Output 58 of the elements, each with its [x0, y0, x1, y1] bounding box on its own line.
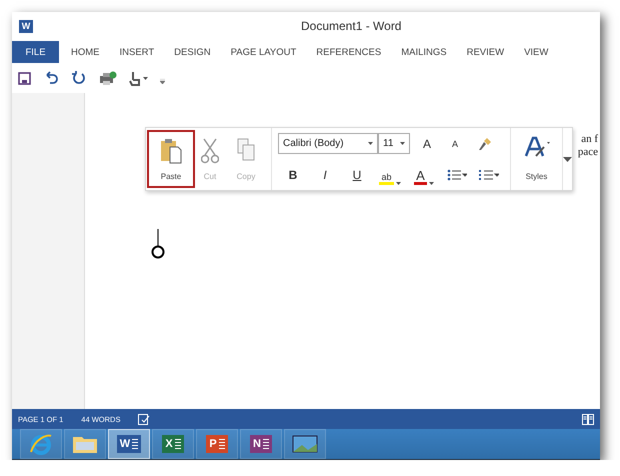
- text-cursor-icon: [151, 229, 165, 259]
- italic-button[interactable]: I: [310, 165, 340, 185]
- ribbon-tab[interactable]: REFERENCES: [306, 41, 392, 63]
- numbered-list-icon: [479, 169, 499, 181]
- redo-icon[interactable]: [71, 71, 87, 85]
- window-title: Document1 - Word: [301, 19, 402, 33]
- save-icon[interactable]: [18, 72, 31, 84]
- copy-icon: [237, 138, 255, 162]
- caret-icon: [400, 142, 405, 145]
- ribbon-tab[interactable]: VIEW: [514, 41, 558, 63]
- ribbon-tab[interactable]: MAILINGS: [391, 41, 457, 63]
- styles-button[interactable]: Styles: [511, 128, 563, 190]
- taskbar-button[interactable]: [64, 429, 106, 459]
- ribbon-tab[interactable]: INSERT: [110, 41, 164, 63]
- bullet-list-icon: [447, 169, 467, 181]
- paintbrush-icon: [478, 136, 492, 150]
- read-mode-icon[interactable]: [582, 414, 594, 424]
- ribbon-tab[interactable]: PAGE LAYOUT: [220, 41, 306, 63]
- shrink-font-button[interactable]: A: [440, 134, 470, 154]
- paste-button[interactable]: Paste: [147, 130, 195, 188]
- app-tile-icon: X: [162, 435, 184, 453]
- bold-button[interactable]: B: [278, 165, 308, 185]
- styles-icon: [524, 136, 550, 158]
- font-name-dropdown[interactable]: Calibri (Body): [278, 133, 378, 154]
- more-options-icon[interactable]: [563, 156, 572, 162]
- underline-button[interactable]: U: [342, 165, 372, 185]
- clipboard-icon: [160, 138, 182, 164]
- taskbar-button[interactable]: [284, 429, 326, 459]
- word-app-icon: W: [19, 20, 33, 32]
- font-size-dropdown[interactable]: 11: [378, 133, 410, 154]
- taskbar-button[interactable]: N: [240, 429, 282, 459]
- taskbar-button[interactable]: X: [152, 429, 194, 459]
- taskbar-button[interactable]: W: [108, 429, 150, 459]
- app-tile-icon: P: [206, 435, 228, 453]
- scissors-icon: [201, 138, 219, 164]
- caret-icon: [368, 142, 373, 145]
- grow-font-button[interactable]: A: [414, 134, 440, 154]
- font-color-button[interactable]: A: [408, 165, 440, 185]
- caret-icon: [396, 182, 400, 185]
- highlight-color-button[interactable]: ab: [374, 165, 406, 185]
- browser-e-icon: [29, 433, 53, 455]
- ribbon-tab[interactable]: HOME: [61, 41, 110, 63]
- app-tile-icon: N: [250, 435, 272, 453]
- photo-icon: [292, 434, 318, 454]
- document-text: an f: [581, 133, 598, 146]
- caret-icon: [428, 182, 434, 185]
- ribbon-tab[interactable]: DESIGN: [164, 41, 221, 63]
- customize-caret-icon[interactable]: [160, 78, 165, 84]
- caret-icon: [143, 76, 148, 80]
- document-text: pace: [578, 146, 598, 159]
- taskbar-button[interactable]: [20, 429, 62, 459]
- file-tab[interactable]: FILE: [12, 41, 59, 63]
- app-tile-icon: W: [116, 435, 142, 453]
- ribbon-tab[interactable]: REVIEW: [456, 41, 514, 63]
- folder-icon: [72, 434, 98, 454]
- proofing-icon[interactable]: [138, 414, 150, 424]
- printer-icon[interactable]: [99, 70, 117, 86]
- taskbar-button[interactable]: P: [196, 429, 238, 459]
